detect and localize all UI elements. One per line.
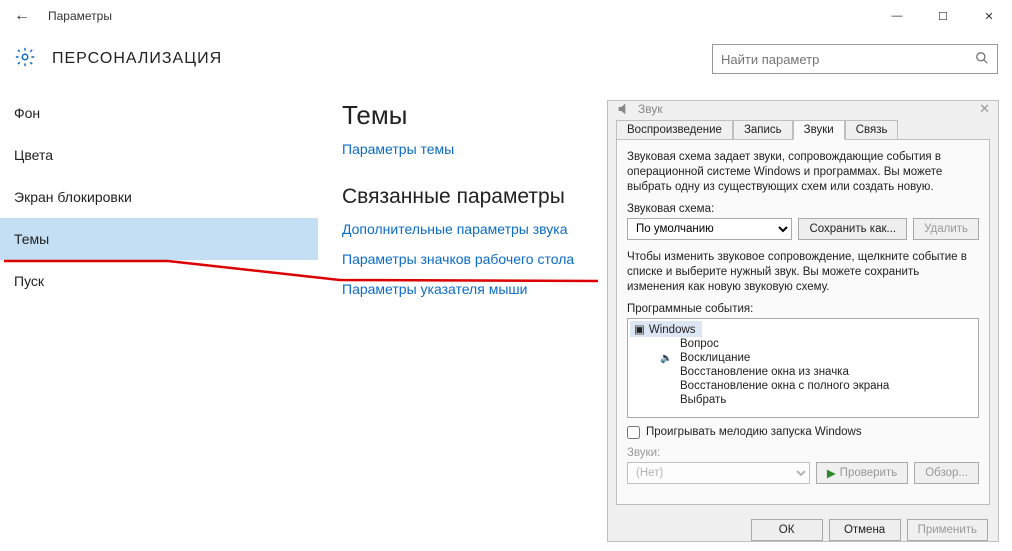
sound-tab-content: Звуковая схема задает звуки, сопровождаю…: [616, 139, 990, 505]
tab-recording[interactable]: Запись: [733, 120, 793, 140]
window-title: Параметры: [48, 9, 112, 23]
cancel-button[interactable]: Отмена: [829, 519, 901, 541]
sidebar: Фон Цвета Экран блокировки Темы Пуск: [0, 86, 318, 551]
sound-dialog-footer: ОК Отмена Применить: [608, 513, 998, 551]
scheme-description: Звуковая схема задает звуки, сопровождаю…: [627, 150, 979, 195]
windows-icon: ▣: [634, 324, 645, 336]
tree-root[interactable]: ▣Windows: [630, 321, 702, 337]
back-button[interactable]: ←: [14, 7, 34, 25]
events-tree[interactable]: ▣Windows Вопрос 🔈Восклицание Восстановле…: [627, 318, 979, 418]
play-startup-label: Проигрывать мелодию запуска Windows: [646, 426, 862, 438]
sound-dialog-close-icon[interactable]: ✕: [979, 101, 990, 117]
sidebar-item-lockscreen[interactable]: Экран блокировки: [0, 176, 318, 218]
test-button: ▶Проверить: [816, 462, 908, 484]
browse-button: Обзор...: [914, 462, 979, 484]
sound-dialog-title: Звук: [638, 102, 663, 116]
search-box[interactable]: [712, 44, 998, 74]
titlebar: ← Параметры — ☐ ✕: [0, 0, 1012, 32]
speaker-icon: [616, 101, 632, 117]
play-startup-checkbox[interactable]: [627, 426, 640, 439]
sidebar-item-start[interactable]: Пуск: [0, 260, 318, 302]
sidebar-item-themes[interactable]: Темы: [0, 218, 318, 260]
tab-playback[interactable]: Воспроизведение: [616, 120, 733, 140]
apply-button: Применить: [907, 519, 988, 541]
delete-button: Удалить: [913, 218, 979, 240]
window-controls: — ☐ ✕: [874, 0, 1012, 32]
gear-icon: [14, 46, 36, 73]
minimize-button[interactable]: —: [874, 0, 920, 32]
save-as-button[interactable]: Сохранить как...: [798, 218, 907, 240]
tab-sounds[interactable]: Звуки: [793, 120, 845, 140]
sound-dialog-titlebar[interactable]: Звук ✕: [608, 101, 998, 117]
sidebar-item-colors[interactable]: Цвета: [0, 134, 318, 176]
change-hint: Чтобы изменить звуковое сопровождение, щ…: [627, 250, 979, 295]
close-button[interactable]: ✕: [966, 0, 1012, 32]
scheme-select[interactable]: По умолчанию: [627, 218, 792, 240]
tree-item[interactable]: 🔈Восклицание: [630, 351, 976, 365]
tree-item[interactable]: Восстановление окна с полного экрана: [630, 379, 976, 393]
sound-dialog: Звук ✕ Воспроизведение Запись Звуки Связ…: [607, 100, 999, 542]
tab-communications[interactable]: Связь: [845, 120, 899, 140]
tree-item[interactable]: Выбрать: [630, 393, 976, 407]
header: ПЕРСОНАЛИЗАЦИЯ: [0, 32, 1012, 86]
maximize-button[interactable]: ☐: [920, 0, 966, 32]
sounds-label: Звуки:: [627, 447, 979, 459]
ok-button[interactable]: ОК: [751, 519, 823, 541]
events-label: Программные события:: [627, 303, 979, 315]
tree-item[interactable]: Вопрос: [630, 337, 976, 351]
tree-item[interactable]: Восстановление окна из значка: [630, 365, 976, 379]
play-icon: ▶: [827, 466, 836, 480]
search-input[interactable]: [721, 52, 971, 67]
category-title: ПЕРСОНАЛИЗАЦИЯ: [52, 50, 222, 68]
sound-tabs: Воспроизведение Запись Звуки Связь: [608, 119, 998, 139]
sidebar-item-background[interactable]: Фон: [0, 92, 318, 134]
sound-event-icon: 🔈: [660, 353, 672, 364]
search-icon: [975, 51, 989, 68]
scheme-label: Звуковая схема:: [627, 203, 979, 215]
sound-file-select: (Нет): [627, 462, 810, 484]
